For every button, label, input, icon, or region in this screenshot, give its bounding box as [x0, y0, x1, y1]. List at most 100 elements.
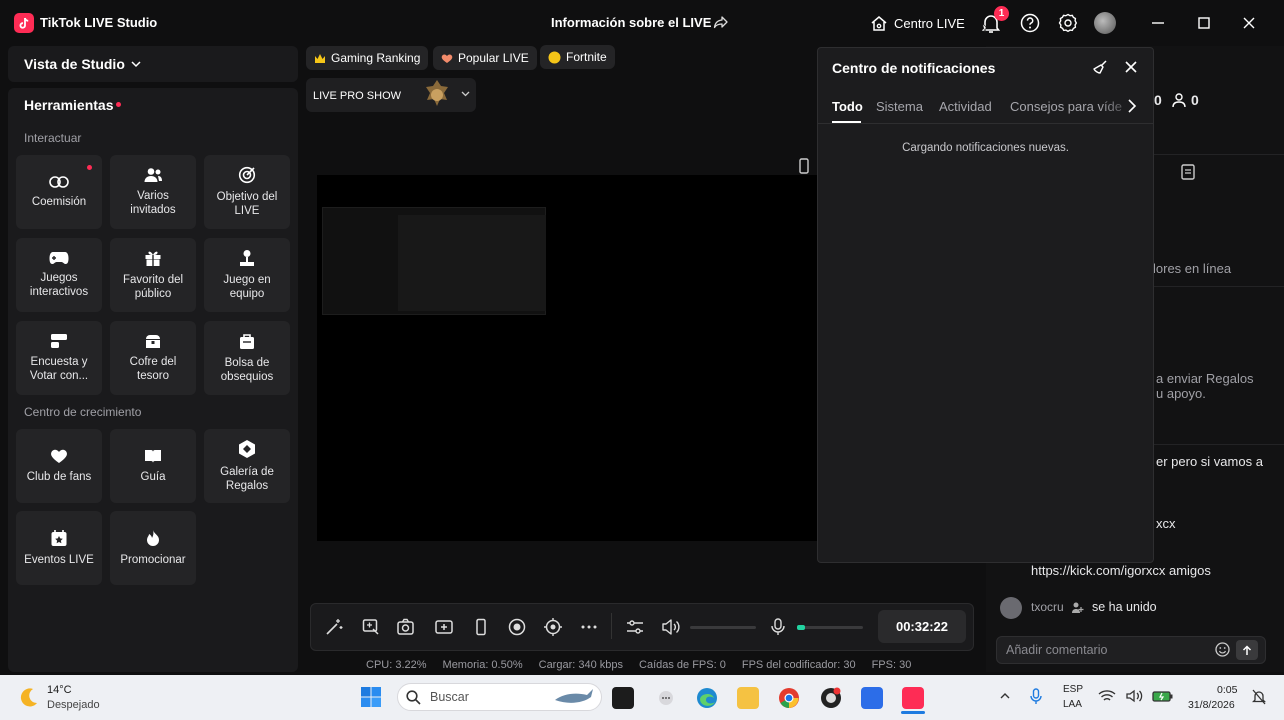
centro-live-button[interactable]: Centro LIVE: [870, 10, 965, 36]
tool-varios-invitados[interactable]: Varios invitados: [110, 155, 196, 229]
battery-icon[interactable]: [1152, 690, 1174, 702]
live-info-title[interactable]: Información sobre el LIVE: [551, 15, 711, 30]
tool-galeria-regalos[interactable]: Galería de Regalos: [204, 429, 290, 503]
chevron-up-icon[interactable]: [999, 691, 1011, 701]
tag-fortnite[interactable]: Fortnite: [540, 45, 615, 69]
share-icon[interactable]: [713, 14, 729, 30]
wifi-icon[interactable]: [1098, 689, 1116, 703]
app-title: TikTok LIVE Studio: [40, 15, 158, 30]
chat-line-3: https://kick.com/igorxcx amigos: [1031, 563, 1211, 578]
joined-username[interactable]: txocru: [1031, 600, 1064, 614]
tab-actividad[interactable]: Actividad: [939, 99, 992, 114]
notification-center-panel: [817, 47, 1154, 563]
add-source-icon[interactable]: [435, 618, 453, 636]
user-avatar[interactable]: [1094, 12, 1116, 34]
windows-start-icon[interactable]: [360, 686, 382, 708]
taskbar-app-chat[interactable]: [655, 687, 677, 709]
notifications-tray-icon[interactable]: [1252, 689, 1266, 705]
close-icon[interactable]: [1123, 59, 1139, 75]
tool-objetivo-live[interactable]: Objetivo del LIVE: [204, 155, 290, 229]
tool-label: Cofre del tesoro: [129, 356, 177, 382]
tool-promocionar[interactable]: Promocionar: [110, 511, 196, 585]
counter-a: 0: [1154, 92, 1162, 108]
vertical-mode-icon[interactable]: [472, 618, 490, 636]
encoder-fps-stat: FPS del codificador: 30: [741, 659, 856, 671]
clock-time[interactable]: 0:05: [1217, 684, 1237, 696]
volume-slider[interactable]: [690, 626, 756, 629]
clear-broom-icon[interactable]: [1092, 59, 1108, 75]
tag-gaming-ranking[interactable]: Gaming Ranking: [306, 46, 429, 70]
maximize-icon[interactable]: [1192, 12, 1216, 34]
magic-wand-icon[interactable]: [325, 618, 343, 636]
volume-tray-icon[interactable]: [1125, 689, 1143, 703]
studio-view-text: Vista de Studio: [24, 56, 125, 72]
emoji-icon[interactable]: [1215, 642, 1230, 657]
ai-camera-icon[interactable]: [397, 618, 415, 636]
chevron-right-icon[interactable]: [1127, 99, 1137, 113]
weather-temp: 14°C: [47, 684, 72, 696]
speaker-icon[interactable]: [661, 618, 680, 636]
tag-label: Fortnite: [566, 50, 607, 64]
weather-desc: Despejado: [47, 699, 100, 711]
taskbar-app-edge[interactable]: [696, 687, 718, 709]
tool-favorito-publico[interactable]: Favorito del público: [110, 238, 196, 312]
notification-count-badge: 1: [994, 6, 1009, 21]
mic-level-slider[interactable]: [797, 626, 863, 629]
tool-club-fans[interactable]: Club de fans: [16, 429, 102, 503]
send-comment-button[interactable]: [1236, 640, 1258, 660]
moon-weather-icon[interactable]: [18, 686, 40, 708]
tool-label: Bolsa de obsequios: [220, 357, 274, 383]
close-window-icon[interactable]: [1237, 12, 1261, 34]
language-primary[interactable]: ESP: [1063, 684, 1083, 695]
tab-sistema[interactable]: Sistema: [876, 99, 923, 114]
chat-line-2: xcx: [1156, 516, 1176, 531]
tool-label: Promocionar: [120, 554, 186, 566]
capture-icon[interactable]: [543, 618, 562, 636]
tool-label: Galería de Regalos: [220, 466, 274, 492]
taskbar-app-explorer[interactable]: [737, 687, 759, 709]
taskbar-app-obs[interactable]: [820, 687, 842, 709]
heart-icon: [50, 448, 68, 464]
fps-drops-stat: Caídas de FPS: 0: [639, 659, 726, 671]
online-viewers-text: lores en línea: [1153, 261, 1232, 276]
clock-date[interactable]: 31/8/2026: [1188, 699, 1235, 711]
gifts-text-1: a enviar Regalos: [1156, 371, 1254, 386]
tag-popular-live[interactable]: Popular LIVE: [433, 46, 537, 70]
arrow-up-icon: [1242, 644, 1252, 656]
taskbar-app-blue[interactable]: [861, 687, 883, 709]
language-secondary[interactable]: LAA: [1063, 699, 1082, 710]
phone-orientation-icon[interactable]: [798, 158, 810, 174]
layout-edit-icon[interactable]: [362, 618, 380, 636]
tool-juegos-interactivos[interactable]: Juegos interactivos: [16, 238, 102, 312]
tool-guia[interactable]: Guía: [110, 429, 196, 503]
tool-bolsa-obsequios[interactable]: Bolsa de obsequios: [204, 321, 290, 395]
settings-gear-icon[interactable]: [1057, 12, 1079, 34]
tool-eventos-live[interactable]: Eventos LIVE: [16, 511, 102, 585]
note-icon[interactable]: [1181, 164, 1195, 180]
taskbar-app-chrome[interactable]: [778, 687, 800, 709]
more-options-icon[interactable]: [580, 618, 598, 636]
audio-mixer-icon[interactable]: [626, 618, 644, 636]
calendar-icon: [50, 529, 68, 547]
tag-label: Gaming Ranking: [331, 51, 421, 65]
tab-todo[interactable]: Todo: [832, 99, 863, 114]
record-icon[interactable]: [508, 618, 526, 636]
person-icon: [1172, 93, 1188, 108]
joystick-icon: [238, 249, 256, 267]
microphone-tray-icon[interactable]: [1029, 688, 1043, 706]
search-label: Buscar: [430, 690, 469, 704]
comment-placeholder: Añadir comentario: [1006, 643, 1108, 657]
chevron-down-icon[interactable]: [461, 91, 470, 97]
tool-encuesta[interactable]: Encuesta y Votar con...: [16, 321, 102, 395]
microphone-icon[interactable]: [770, 618, 788, 636]
tool-juego-equipo[interactable]: Juego en equipo: [204, 238, 290, 312]
tool-label: Objetivo del LIVE: [216, 191, 278, 217]
taskbar-app-terminal[interactable]: [612, 687, 634, 709]
fps-stat: FPS: 30: [871, 659, 912, 671]
tag-label: Popular LIVE: [458, 51, 529, 65]
mic-level-fill: [797, 625, 805, 630]
taskbar-app-tiktok-studio[interactable]: [902, 687, 924, 709]
minimize-icon[interactable]: [1146, 12, 1170, 34]
tool-cofre-tesoro[interactable]: Cofre del tesoro: [110, 321, 196, 395]
help-icon[interactable]: [1019, 12, 1041, 34]
